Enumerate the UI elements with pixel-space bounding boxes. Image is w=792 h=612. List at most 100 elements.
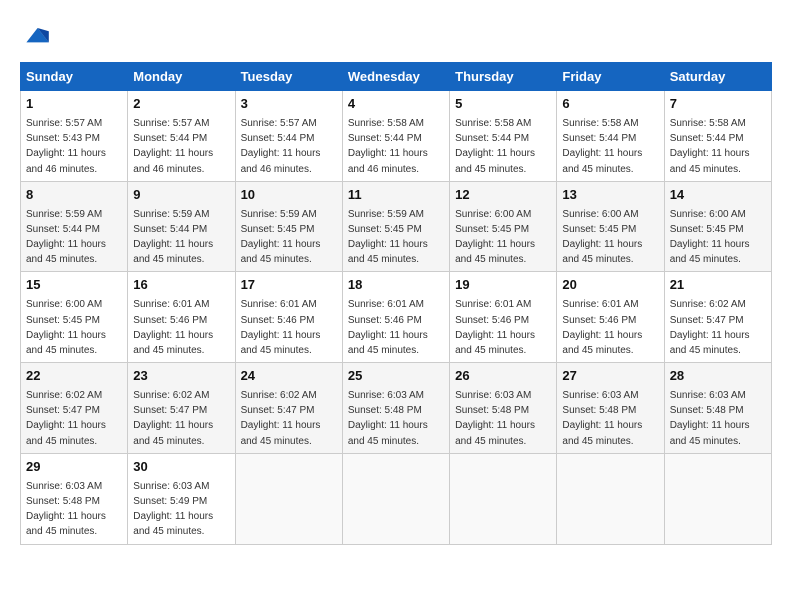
day-detail: Sunrise: 6:00 AMSunset: 5:45 PMDaylight:… <box>562 209 642 266</box>
day-of-week-monday: Monday <box>128 63 235 91</box>
calendar-cell: 26 Sunrise: 6:03 AMSunset: 5:48 PMDayligh… <box>450 363 557 454</box>
day-detail: Sunrise: 5:59 AMSunset: 5:45 PMDaylight:… <box>348 209 428 266</box>
day-detail: Sunrise: 5:57 AMSunset: 5:43 PMDaylight:… <box>26 118 106 175</box>
calendar-cell: 30 Sunrise: 6:03 AMSunset: 5:49 PMDayligh… <box>128 453 235 544</box>
day-of-week-tuesday: Tuesday <box>235 63 342 91</box>
calendar-cell: 20 Sunrise: 6:01 AMSunset: 5:46 PMDayligh… <box>557 272 664 363</box>
calendar-week-row: 1 Sunrise: 5:57 AMSunset: 5:43 PMDaylight… <box>21 91 772 182</box>
calendar-header-row: SundayMondayTuesdayWednesdayThursdayFrid… <box>21 63 772 91</box>
calendar-cell: 1 Sunrise: 5:57 AMSunset: 5:43 PMDaylight… <box>21 91 128 182</box>
day-detail: Sunrise: 6:03 AMSunset: 5:49 PMDaylight:… <box>133 481 213 538</box>
day-number: 8 <box>26 186 122 205</box>
day-number: 22 <box>26 367 122 386</box>
calendar-cell: 21 Sunrise: 6:02 AMSunset: 5:47 PMDayligh… <box>664 272 771 363</box>
calendar-week-row: 22 Sunrise: 6:02 AMSunset: 5:47 PMDayligh… <box>21 363 772 454</box>
day-of-week-wednesday: Wednesday <box>342 63 449 91</box>
calendar-cell: 17Sunrise: 6:01 AMSunset: 5:46 PMDayligh… <box>235 272 342 363</box>
day-number: 21 <box>670 276 766 295</box>
calendar-cell: 22 Sunrise: 6:02 AMSunset: 5:47 PMDayligh… <box>21 363 128 454</box>
calendar-cell: 2 Sunrise: 5:57 AMSunset: 5:44 PMDaylight… <box>128 91 235 182</box>
day-detail: Sunrise: 5:58 AMSunset: 5:44 PMDaylight:… <box>348 118 428 175</box>
calendar-cell: 4Sunrise: 5:58 AMSunset: 5:44 PMDaylight… <box>342 91 449 182</box>
day-detail: Sunrise: 5:58 AMSunset: 5:44 PMDaylight:… <box>562 118 642 175</box>
day-number: 10 <box>241 186 337 205</box>
day-detail: Sunrise: 5:58 AMSunset: 5:44 PMDaylight:… <box>455 118 535 175</box>
calendar-cell <box>557 453 664 544</box>
day-detail: Sunrise: 6:02 AMSunset: 5:47 PMDaylight:… <box>670 299 750 356</box>
calendar-week-row: 29 Sunrise: 6:03 AMSunset: 5:48 PMDayligh… <box>21 453 772 544</box>
day-number: 6 <box>562 95 658 114</box>
calendar-cell: 7 Sunrise: 5:58 AMSunset: 5:44 PMDaylight… <box>664 91 771 182</box>
day-number: 20 <box>562 276 658 295</box>
calendar-cell: 9 Sunrise: 5:59 AMSunset: 5:44 PMDaylight… <box>128 181 235 272</box>
day-detail: Sunrise: 6:03 AMSunset: 5:48 PMDaylight:… <box>670 390 750 447</box>
day-detail: Sunrise: 5:57 AMSunset: 5:44 PMDaylight:… <box>241 118 321 175</box>
calendar-cell: 13Sunrise: 6:00 AMSunset: 5:45 PMDayligh… <box>557 181 664 272</box>
day-detail: Sunrise: 6:03 AMSunset: 5:48 PMDaylight:… <box>562 390 642 447</box>
calendar-cell: 28 Sunrise: 6:03 AMSunset: 5:48 PMDayligh… <box>664 363 771 454</box>
calendar-cell: 10 Sunrise: 5:59 AMSunset: 5:45 PMDayligh… <box>235 181 342 272</box>
day-detail: Sunrise: 6:01 AMSunset: 5:46 PMDaylight:… <box>133 299 213 356</box>
day-detail: Sunrise: 5:57 AMSunset: 5:44 PMDaylight:… <box>133 118 213 175</box>
day-detail: Sunrise: 6:02 AMSunset: 5:47 PMDaylight:… <box>133 390 213 447</box>
day-number: 29 <box>26 458 122 477</box>
day-detail: Sunrise: 6:01 AMSunset: 5:46 PMDaylight:… <box>241 299 321 356</box>
day-number: 3 <box>241 95 337 114</box>
day-detail: Sunrise: 5:59 AMSunset: 5:44 PMDaylight:… <box>26 209 106 266</box>
day-number: 25 <box>348 367 444 386</box>
calendar-cell: 14Sunrise: 6:00 AMSunset: 5:45 PMDayligh… <box>664 181 771 272</box>
day-number: 26 <box>455 367 551 386</box>
day-detail: Sunrise: 6:00 AMSunset: 5:45 PMDaylight:… <box>670 209 750 266</box>
day-number: 7 <box>670 95 766 114</box>
day-number: 27 <box>562 367 658 386</box>
day-detail: Sunrise: 5:59 AMSunset: 5:45 PMDaylight:… <box>241 209 321 266</box>
day-detail: Sunrise: 6:01 AMSunset: 5:46 PMDaylight:… <box>455 299 535 356</box>
day-of-week-friday: Friday <box>557 63 664 91</box>
day-number: 24 <box>241 367 337 386</box>
calendar-cell: 6 Sunrise: 5:58 AMSunset: 5:44 PMDaylight… <box>557 91 664 182</box>
calendar-cell: 3 Sunrise: 5:57 AMSunset: 5:44 PMDaylight… <box>235 91 342 182</box>
day-detail: Sunrise: 6:03 AMSunset: 5:48 PMDaylight:… <box>455 390 535 447</box>
calendar-cell <box>342 453 449 544</box>
calendar-table: SundayMondayTuesdayWednesdayThursdayFrid… <box>20 62 772 545</box>
calendar-cell: 24Sunrise: 6:02 AMSunset: 5:47 PMDayligh… <box>235 363 342 454</box>
day-number: 1 <box>26 95 122 114</box>
calendar-cell: 19 Sunrise: 6:01 AMSunset: 5:46 PMDayligh… <box>450 272 557 363</box>
calendar-cell: 16Sunrise: 6:01 AMSunset: 5:46 PMDayligh… <box>128 272 235 363</box>
logo <box>20 20 56 52</box>
calendar-cell: 12 Sunrise: 6:00 AMSunset: 5:45 PMDayligh… <box>450 181 557 272</box>
day-detail: Sunrise: 6:03 AMSunset: 5:48 PMDaylight:… <box>26 481 106 538</box>
day-number: 30 <box>133 458 229 477</box>
day-number: 18 <box>348 276 444 295</box>
calendar-cell: 18 Sunrise: 6:01 AMSunset: 5:46 PMDayligh… <box>342 272 449 363</box>
calendar-cell: 23 Sunrise: 6:02 AMSunset: 5:47 PMDayligh… <box>128 363 235 454</box>
day-of-week-thursday: Thursday <box>450 63 557 91</box>
day-number: 5 <box>455 95 551 114</box>
day-detail: Sunrise: 6:01 AMSunset: 5:46 PMDaylight:… <box>562 299 642 356</box>
calendar-cell: 25 Sunrise: 6:03 AMSunset: 5:48 PMDayligh… <box>342 363 449 454</box>
day-detail: Sunrise: 6:01 AMSunset: 5:46 PMDaylight:… <box>348 299 428 356</box>
page-header <box>20 20 772 52</box>
logo-icon <box>20 20 52 52</box>
day-of-week-saturday: Saturday <box>664 63 771 91</box>
day-detail: Sunrise: 6:02 AMSunset: 5:47 PMDaylight:… <box>26 390 106 447</box>
calendar-cell: 15Sunrise: 6:00 AMSunset: 5:45 PMDayligh… <box>21 272 128 363</box>
calendar-cell: 11 Sunrise: 5:59 AMSunset: 5:45 PMDayligh… <box>342 181 449 272</box>
day-number: 2 <box>133 95 229 114</box>
day-detail: Sunrise: 6:00 AMSunset: 5:45 PMDaylight:… <box>26 299 106 356</box>
day-detail: Sunrise: 6:00 AMSunset: 5:45 PMDaylight:… <box>455 209 535 266</box>
calendar-week-row: 8 Sunrise: 5:59 AMSunset: 5:44 PMDaylight… <box>21 181 772 272</box>
calendar-cell <box>450 453 557 544</box>
calendar-cell: 29 Sunrise: 6:03 AMSunset: 5:48 PMDayligh… <box>21 453 128 544</box>
day-detail: Sunrise: 5:59 AMSunset: 5:44 PMDaylight:… <box>133 209 213 266</box>
day-number: 28 <box>670 367 766 386</box>
calendar-cell: 27 Sunrise: 6:03 AMSunset: 5:48 PMDayligh… <box>557 363 664 454</box>
day-number: 19 <box>455 276 551 295</box>
day-detail: Sunrise: 6:03 AMSunset: 5:48 PMDaylight:… <box>348 390 428 447</box>
day-number: 9 <box>133 186 229 205</box>
day-number: 12 <box>455 186 551 205</box>
day-detail: Sunrise: 5:58 AMSunset: 5:44 PMDaylight:… <box>670 118 750 175</box>
day-number: 23 <box>133 367 229 386</box>
calendar-cell <box>235 453 342 544</box>
day-number: 11 <box>348 186 444 205</box>
